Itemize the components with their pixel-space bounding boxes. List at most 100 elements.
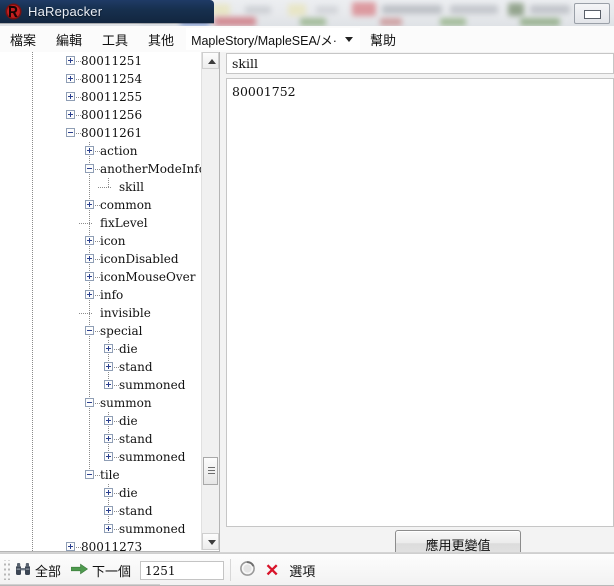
tree-connector-line: [98, 187, 112, 188]
wz-tree[interactable]: 80011251 80011254 80011255 80011256 80011261…: [0, 52, 203, 552]
cancel-search-button[interactable]: ✕: [260, 560, 284, 581]
search-progress-spinner[interactable]: [235, 559, 260, 581]
tree-node-label: 80011261: [81, 126, 143, 140]
wz-tree-panel[interactable]: 80011251 80011254 80011255 80011256 80011261…: [0, 52, 220, 552]
tree-connector-line: [108, 178, 109, 187]
tree-expand-icon[interactable]: [66, 74, 75, 83]
tree-expand-icon[interactable]: [85, 272, 94, 281]
tree-expand-icon[interactable]: [104, 488, 113, 497]
status-separator: [230, 559, 232, 581]
tree-node-label: summoned: [119, 522, 186, 536]
tree-node-label: die: [119, 486, 138, 500]
loading-spinner-icon: [240, 561, 255, 579]
tree-node-label: 80011254: [81, 72, 143, 86]
tree-node-label: iconMouseOver: [100, 270, 196, 284]
tree-expand-icon[interactable]: [66, 56, 75, 65]
scroll-down-arrow-icon[interactable]: [202, 533, 219, 550]
tree-collapse-icon[interactable]: [85, 470, 94, 479]
red-x-icon: ✕: [265, 560, 280, 580]
tree-connector-line: [32, 52, 33, 551]
tree-expand-icon[interactable]: [66, 110, 75, 119]
node-value-textarea[interactable]: 80001752: [226, 78, 614, 527]
tree-scrollbar[interactable]: [201, 52, 219, 550]
find-next-label: 下一個: [92, 563, 132, 579]
tree-node-label: skill: [119, 180, 144, 194]
menu-help[interactable]: 幫助: [360, 27, 406, 52]
scroll-up-arrow-glyph: [208, 59, 216, 64]
tree-node-label: special: [100, 324, 143, 338]
tree-expand-icon[interactable]: [85, 236, 94, 245]
bg-blob: [450, 5, 498, 14]
wz-file-select[interactable]: MapleStory/MapleSEA/メ·: [186, 28, 360, 50]
bg-blob: [316, 6, 338, 14]
tree-expand-icon[interactable]: [104, 362, 113, 371]
tree-node-label: invisible: [100, 306, 151, 320]
tree-node-label: common: [100, 198, 152, 212]
tree-expand-icon[interactable]: [66, 542, 75, 551]
wz-file-select-value: MapleStory/MapleSEA/メ·: [191, 33, 337, 48]
search-all-button[interactable]: 全部: [10, 559, 66, 582]
editor-panel: skill 80001752 應用更變值: [226, 52, 614, 558]
tree-node-label: 80011273: [81, 540, 143, 552]
menu-file[interactable]: 檔案: [0, 27, 46, 52]
bg-blob: [352, 2, 376, 16]
bg-blob: [530, 5, 570, 14]
tree-collapse-icon[interactable]: [85, 398, 94, 407]
tree-expand-icon[interactable]: [104, 452, 113, 461]
tree-node-label: 80011255: [81, 90, 143, 104]
tree-collapse-icon[interactable]: [85, 326, 94, 335]
tree-connector-line: [79, 313, 93, 314]
find-next-button[interactable]: 下一個: [66, 559, 136, 582]
harepacker-logo-icon: [5, 3, 22, 20]
bg-blob: [520, 18, 560, 26]
tree-node-label: tile: [100, 468, 120, 482]
scroll-up-arrow-icon[interactable]: [202, 52, 219, 69]
tree-expand-icon[interactable]: [104, 434, 113, 443]
window-title: HaRepacker: [28, 4, 103, 19]
menu-other[interactable]: 其他: [138, 27, 184, 52]
tree-node-label: anotherModeInfo: [100, 162, 203, 176]
tree-node-label: action: [100, 144, 138, 158]
tree-node-label: fixLevel: [100, 216, 148, 230]
tree-collapse-icon[interactable]: [66, 128, 75, 137]
bg-blob: [245, 6, 271, 14]
tree-expand-icon[interactable]: [104, 380, 113, 389]
tree-connector-line: [89, 142, 90, 475]
tree-expand-icon[interactable]: [104, 524, 113, 533]
tree-node-label: stand: [119, 432, 153, 446]
tree-expand-icon[interactable]: [104, 416, 113, 425]
green-arrow-right-icon: [70, 563, 89, 578]
tree-node-label: die: [119, 414, 138, 428]
minimize-icon[interactable]: [574, 3, 610, 24]
search-all-label: 全部: [35, 563, 62, 579]
search-input[interactable]: [140, 560, 225, 580]
tree-node-label: summoned: [119, 378, 186, 392]
search-options-button[interactable]: 選項: [284, 559, 320, 582]
tree-node-label: stand: [119, 360, 153, 374]
chevron-down-icon[interactable]: [344, 36, 353, 42]
tree-node-label: stand: [119, 504, 153, 518]
tree-collapse-icon[interactable]: [85, 164, 94, 173]
tree-expand-icon[interactable]: [104, 344, 113, 353]
tree-expand-icon[interactable]: [85, 254, 94, 263]
tree-expand-icon[interactable]: [85, 146, 94, 155]
tree-expand-icon[interactable]: [104, 506, 113, 515]
tree-expand-icon[interactable]: [85, 290, 94, 299]
menu-edit[interactable]: 編輯: [46, 27, 92, 52]
title-bar[interactable]: HaRepacker: [0, 0, 214, 23]
tree-expand-icon[interactable]: [66, 92, 75, 101]
tree-node-label: 80011256: [81, 108, 143, 122]
menu-tools[interactable]: 工具: [92, 27, 138, 52]
tree-expand-icon[interactable]: [85, 200, 94, 209]
scrollbar-thumb[interactable]: [203, 457, 218, 485]
node-name-field[interactable]: skill: [226, 53, 614, 74]
bg-blob: [300, 18, 326, 26]
bg-blob: [508, 3, 524, 16]
toolbar-grip-handle[interactable]: [2, 560, 10, 580]
menu-bar: 檔案 編輯 工具 其他 MapleStory/MapleSEA/メ· 幫助: [0, 26, 614, 53]
tree-node-label: icon: [100, 234, 126, 248]
tree-node-label: iconDisabled: [100, 252, 179, 266]
main-area: 80011251 80011254 80011255 80011256 80011261…: [0, 52, 614, 558]
app-window: HaRepacker: [0, 0, 220, 26]
tree-node-label: summoned: [119, 450, 186, 464]
